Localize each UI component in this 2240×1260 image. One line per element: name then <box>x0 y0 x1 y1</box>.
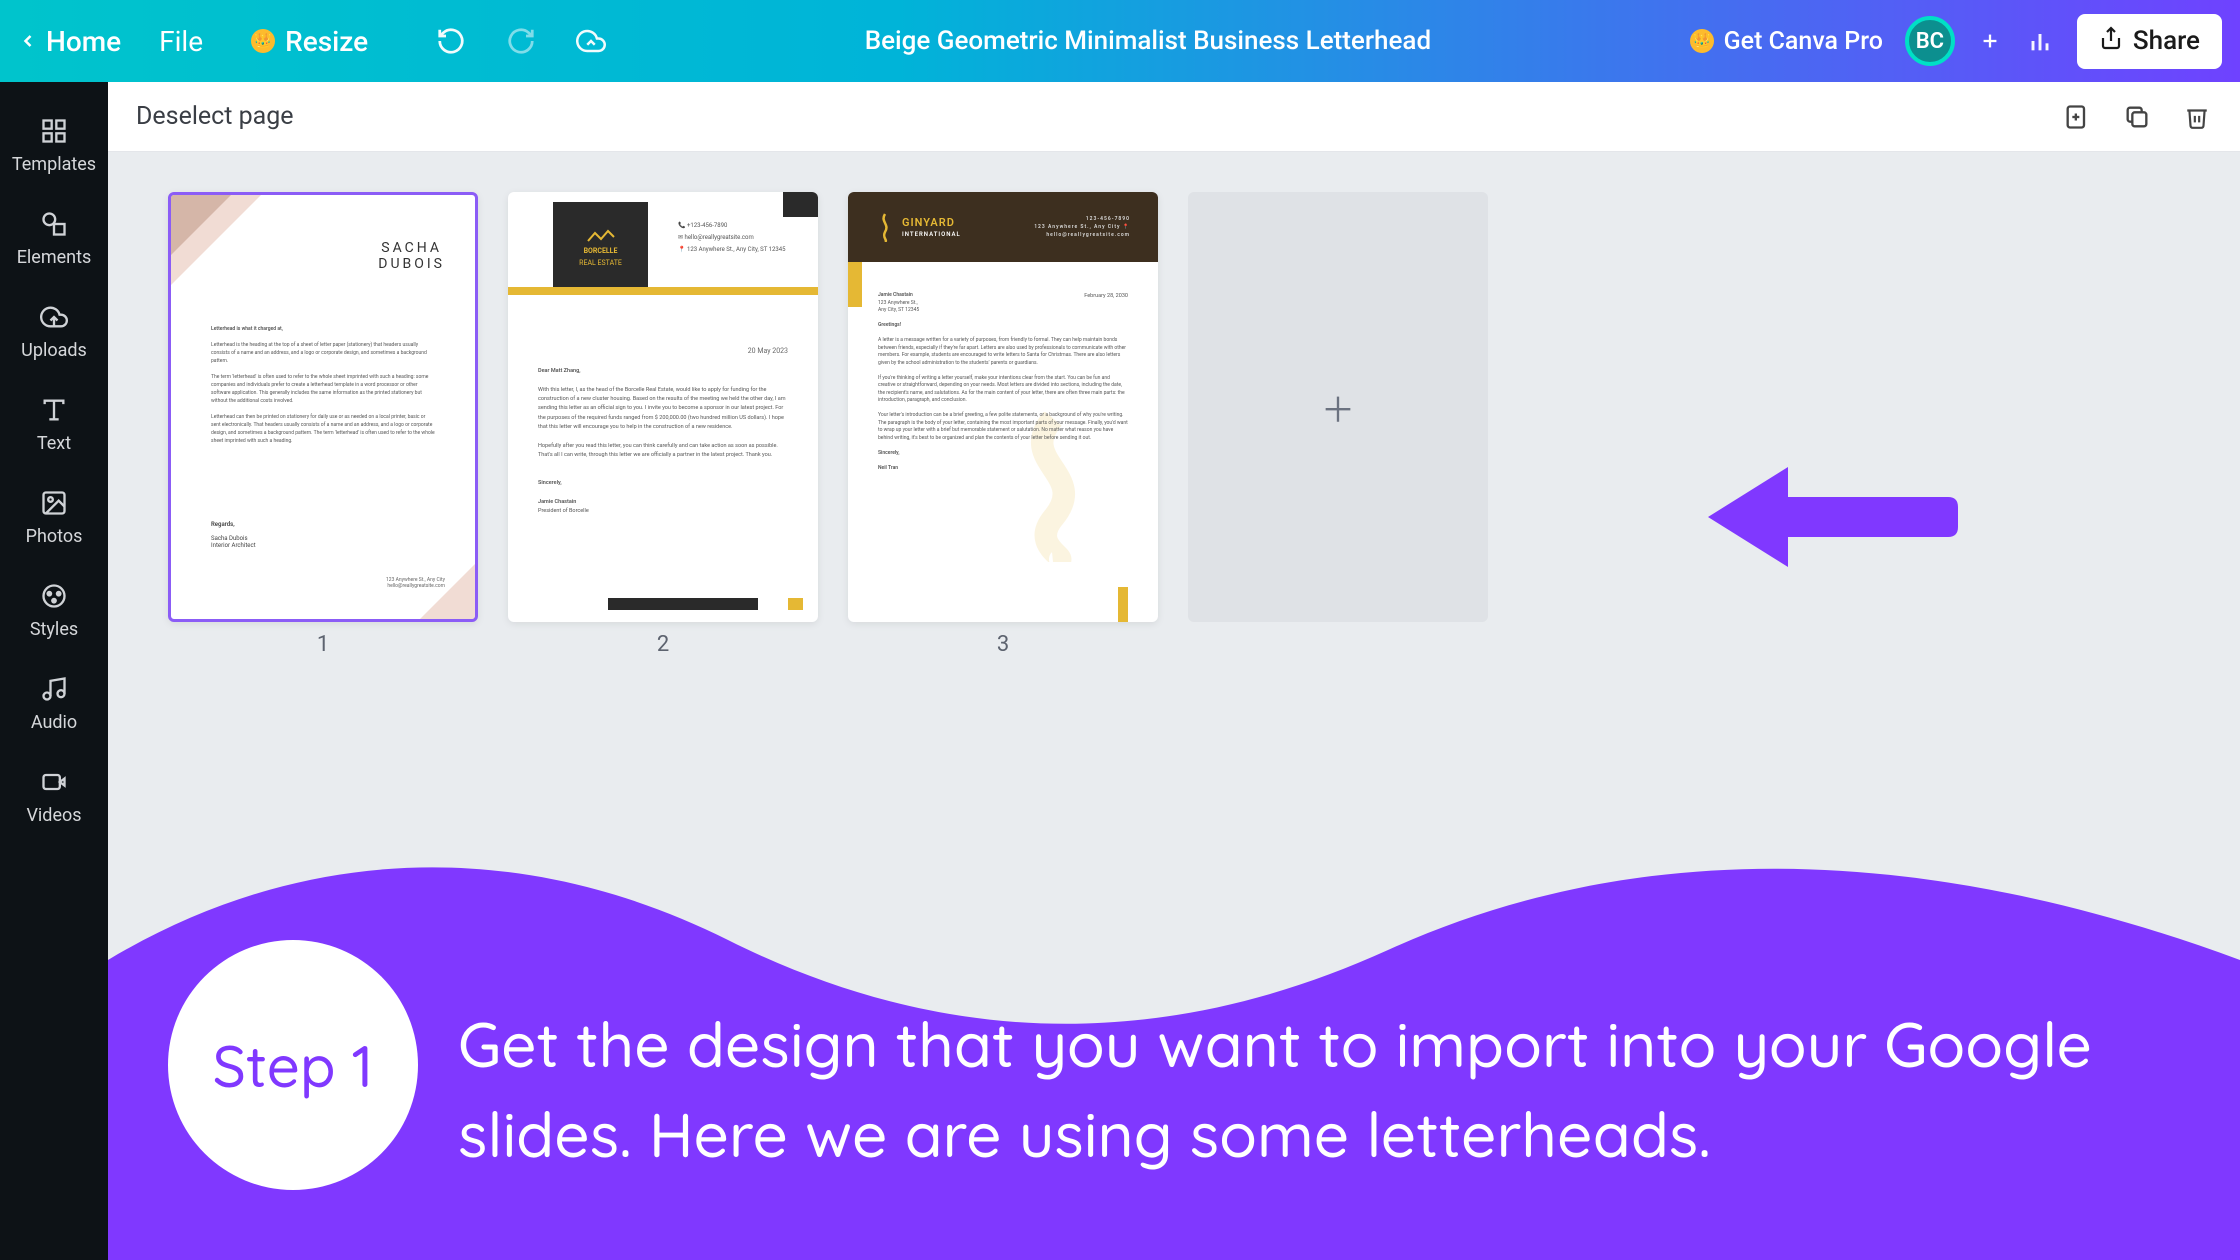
decoration-bar <box>608 598 758 610</box>
page-number: 2 <box>657 632 669 657</box>
sidebar-item-text[interactable]: Text <box>0 377 108 470</box>
share-icon <box>2099 26 2123 57</box>
decoration-stripe <box>508 287 818 295</box>
brand-logo: BORCELLE REAL ESTATE <box>553 202 648 292</box>
sidebar-label: Text <box>37 433 71 454</box>
letterhead-header: GINYARD INTERNATIONAL 123-456-7890 123 A… <box>848 192 1158 262</box>
sidebar-label: Photos <box>26 526 83 547</box>
decoration-stripe <box>848 262 862 307</box>
text-icon <box>37 393 71 427</box>
crown-icon: 👑 <box>251 29 275 53</box>
step-badge: Step 1 <box>168 940 418 1190</box>
page-thumb-1[interactable]: SACHA DUBOIS Letterhead is what it charg… <box>168 192 478 622</box>
page-thumb-3[interactable]: GINYARD INTERNATIONAL 123-456-7890 123 A… <box>848 192 1158 622</box>
subbar-actions <box>2062 102 2212 132</box>
sidebar-item-videos[interactable]: Videos <box>0 749 108 842</box>
contact-block: 📞 +123-456-7890 ✉ hello@reallygreatsite.… <box>678 220 786 256</box>
page-number: 1 <box>317 632 329 657</box>
page-number: 3 <box>997 632 1009 657</box>
get-pro-button[interactable]: 👑 Get Canva Pro <box>1690 27 1883 56</box>
sidebar-label: Uploads <box>21 340 87 361</box>
home-label: Home <box>46 25 121 58</box>
avatar[interactable]: BC <box>1905 16 1955 66</box>
decoration-triangle <box>171 195 231 255</box>
styles-icon <box>37 579 71 613</box>
tutorial-overlay: Step 1 Get the design that you want to i… <box>108 840 2240 1260</box>
sidebar-item-audio[interactable]: Audio <box>0 656 108 749</box>
sidebar-label: Videos <box>26 805 81 826</box>
share-button[interactable]: Share <box>2077 14 2222 69</box>
insights-icon[interactable] <box>2025 26 2055 56</box>
annotation-arrow <box>1688 447 1958 591</box>
page-thumb-3-wrapper: GINYARD INTERNATIONAL 123-456-7890 123 A… <box>848 192 1158 657</box>
duplicate-page-icon[interactable] <box>2122 102 2152 132</box>
sidebar-item-uploads[interactable]: Uploads <box>0 284 108 377</box>
chevron-left-icon <box>18 25 38 58</box>
letterhead-body: Dear Matt Zhang, With this letter, I, as… <box>538 367 788 517</box>
sidebar-item-photos[interactable]: Photos <box>0 470 108 563</box>
sidebar-item-styles[interactable]: Styles <box>0 563 108 656</box>
undo-icon[interactable] <box>436 26 466 56</box>
topbar: Home File 👑 Resize Beige Geometric Minim… <box>0 0 2240 82</box>
resize-button[interactable]: 👑 Resize <box>251 25 368 58</box>
videos-icon <box>37 765 71 799</box>
main-area: Deselect page SACHA DUBOIS Letter <box>108 82 2240 1260</box>
sidebar-item-templates[interactable]: Templates <box>0 98 108 191</box>
cloud-sync-icon[interactable] <box>576 26 606 56</box>
step-text: Get the design that you want to import i… <box>458 1000 2190 1180</box>
decoration-block <box>783 192 818 217</box>
page-thumb-1-wrapper: SACHA DUBOIS Letterhead is what it charg… <box>168 192 478 657</box>
grid-view: SACHA DUBOIS Letterhead is what it charg… <box>108 152 2240 697</box>
sidebar-label: Elements <box>17 247 92 268</box>
redo-icon[interactable] <box>506 26 536 56</box>
page-thumb-2-wrapper: BORCELLE REAL ESTATE 📞 +123-456-7890 ✉ h… <box>508 192 818 657</box>
add-page-icon[interactable] <box>2062 102 2092 132</box>
home-button[interactable]: Home <box>18 25 121 58</box>
decoration-bar <box>1118 587 1128 622</box>
photos-icon <box>37 486 71 520</box>
templates-icon <box>37 114 71 148</box>
sidebar-item-elements[interactable]: Elements <box>0 191 108 284</box>
page-thumb-2[interactable]: BORCELLE REAL ESTATE 📞 +123-456-7890 ✉ h… <box>508 192 818 622</box>
delete-page-icon[interactable] <box>2182 102 2212 132</box>
sidebar-label: Templates <box>12 154 96 175</box>
subbar: Deselect page <box>108 82 2240 152</box>
sidebar-label: Audio <box>31 712 77 733</box>
letterhead-body: Jamie Chastain 123 Anywhere St., Any Cit… <box>878 292 1128 472</box>
plus-icon: ＋ <box>1321 383 1355 432</box>
letter-date: 20 May 2023 <box>748 347 788 355</box>
decoration-triangle <box>420 564 475 619</box>
elements-icon <box>37 207 71 241</box>
add-page-button[interactable]: ＋ <box>1188 192 1488 622</box>
toolbar-icons <box>436 26 606 56</box>
letterhead-name: SACHA DUBOIS <box>378 240 445 272</box>
letterhead-signature: Regards, Sacha Dubois Interior Architect <box>211 521 256 549</box>
topbar-left: Home File 👑 Resize <box>18 25 606 58</box>
deselect-page-button[interactable]: Deselect page <box>136 102 294 131</box>
resize-label: Resize <box>285 25 368 58</box>
letterhead-body: Letterhead is what it charged at, Letter… <box>211 325 435 445</box>
add-member-icon[interactable] <box>1977 28 2003 54</box>
share-label: Share <box>2133 26 2200 56</box>
sidebar: Templates Elements Uploads Text Photos S… <box>0 82 108 1260</box>
decoration-bar <box>788 598 803 610</box>
file-menu[interactable]: File <box>159 25 203 58</box>
sidebar-label: Styles <box>30 619 78 640</box>
audio-icon <box>37 672 71 706</box>
crown-icon: 👑 <box>1690 29 1714 53</box>
document-title[interactable]: Beige Geometric Minimalist Business Lett… <box>606 26 1690 56</box>
topbar-right: 👑 Get Canva Pro BC Share <box>1690 14 2222 69</box>
pro-label: Get Canva Pro <box>1724 27 1883 56</box>
uploads-icon <box>37 300 71 334</box>
